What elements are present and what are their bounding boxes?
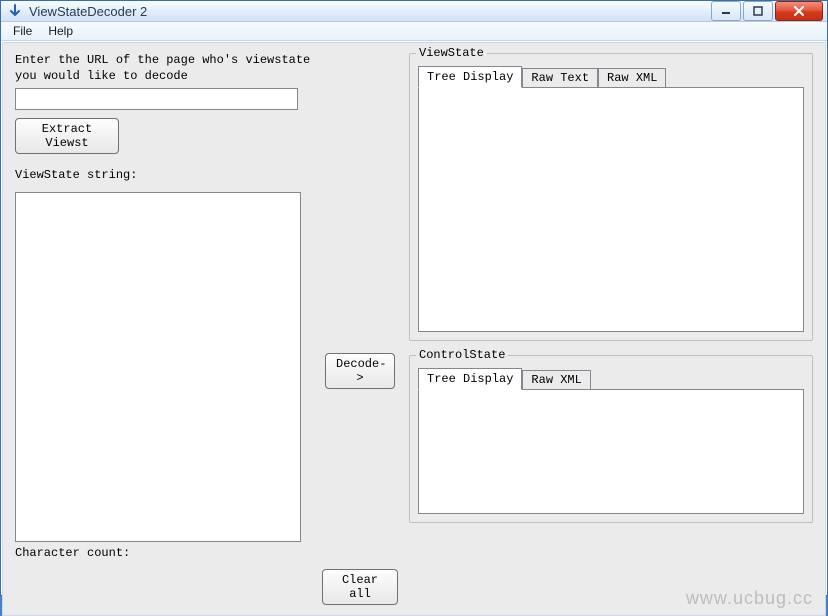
tab-cs-tree-display[interactable]: Tree Display bbox=[418, 368, 522, 390]
app-icon bbox=[7, 3, 23, 19]
maximize-button[interactable] bbox=[743, 1, 773, 21]
menu-help[interactable]: Help bbox=[40, 22, 81, 40]
content-area: Enter the URL of the page who's viewstat… bbox=[2, 42, 826, 616]
middle-panel: Decode-> Clear all bbox=[315, 53, 405, 605]
titlebar[interactable]: ViewStateDecoder 2 bbox=[1, 1, 827, 22]
tab-tree-display[interactable]: Tree Display bbox=[418, 66, 522, 88]
menubar: File Help bbox=[1, 22, 827, 41]
right-panel: ViewState Tree Display Raw Text Raw XML … bbox=[405, 53, 813, 605]
clear-all-button[interactable]: Clear all bbox=[322, 569, 398, 605]
character-count-label: Character count: bbox=[15, 546, 315, 562]
window-title: ViewStateDecoder 2 bbox=[29, 4, 709, 19]
window-buttons bbox=[709, 1, 823, 21]
minimize-button[interactable] bbox=[711, 1, 741, 21]
controlstate-tree-panel[interactable] bbox=[418, 389, 804, 514]
tab-raw-text[interactable]: Raw Text bbox=[522, 68, 598, 87]
left-panel: Enter the URL of the page who's viewstat… bbox=[15, 53, 315, 605]
viewstate-tree-panel[interactable] bbox=[418, 87, 804, 332]
controlstate-tabs: Tree Display Raw XML bbox=[418, 368, 804, 389]
tab-cs-raw-xml[interactable]: Raw XML bbox=[522, 370, 590, 389]
viewstate-textarea[interactable] bbox=[15, 192, 301, 542]
url-input[interactable] bbox=[15, 88, 298, 110]
controlstate-group: ControlState Tree Display Raw XML bbox=[409, 355, 813, 523]
app-window: ViewStateDecoder 2 File Help Enter the U… bbox=[0, 0, 828, 596]
viewstate-string-label: ViewState string: bbox=[15, 168, 315, 184]
controlstate-group-label: ControlState bbox=[416, 348, 508, 362]
decode-button[interactable]: Decode-> bbox=[325, 353, 395, 389]
viewstate-tabs: Tree Display Raw Text Raw XML bbox=[418, 66, 804, 87]
extract-viewstate-button[interactable]: Extract Viewst bbox=[15, 118, 119, 154]
url-label: Enter the URL of the page who's viewstat… bbox=[15, 53, 315, 84]
viewstate-group-label: ViewState bbox=[416, 46, 487, 60]
menu-file[interactable]: File bbox=[5, 22, 40, 40]
tab-raw-xml[interactable]: Raw XML bbox=[598, 68, 666, 87]
viewstate-group: ViewState Tree Display Raw Text Raw XML bbox=[409, 53, 813, 341]
close-button[interactable] bbox=[775, 1, 823, 21]
